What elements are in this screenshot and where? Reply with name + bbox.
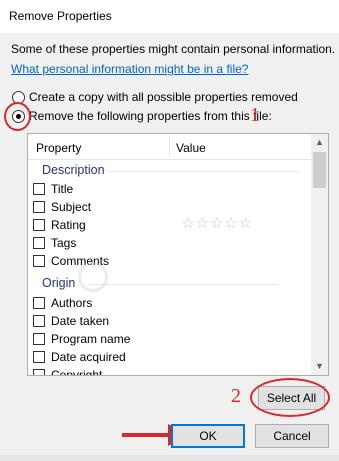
- remove-radio-label[interactable]: Remove the following properties from thi…: [29, 109, 272, 123]
- title-bar: Remove Properties: [0, 0, 339, 33]
- ok-button[interactable]: OK: [171, 424, 245, 448]
- vertical-scrollbar[interactable]: ▲ ▼: [311, 134, 328, 375]
- header-value[interactable]: Value: [176, 141, 206, 155]
- scroll-down-arrow-icon[interactable]: ▼: [311, 358, 328, 375]
- checkbox[interactable]: [33, 219, 45, 231]
- checkbox[interactable]: [33, 201, 45, 213]
- item-label: Date taken: [51, 314, 110, 328]
- list-header: Property Value: [28, 134, 311, 160]
- item-label: Tags: [51, 236, 77, 250]
- checkbox[interactable]: [33, 183, 45, 195]
- select-all-highlight-circle: [250, 378, 330, 417]
- watermark-logo-icon: [78, 262, 108, 292]
- property-list: Property Value Description Title Subject…: [27, 133, 329, 376]
- rating-stars: ☆☆☆☆☆: [181, 215, 254, 232]
- scroll-up-arrow-icon[interactable]: ▲: [311, 134, 328, 151]
- cancel-button[interactable]: Cancel: [255, 424, 329, 448]
- annotation-number-one: 1: [250, 104, 260, 126]
- group-divider: [88, 284, 278, 285]
- scrollbar-thumb[interactable]: [313, 152, 326, 188]
- checkbox[interactable]: [33, 351, 45, 363]
- checkbox[interactable]: [33, 297, 45, 309]
- item-label: Program name: [51, 332, 131, 346]
- group-divider: [108, 171, 298, 172]
- item-label: Date acquired: [51, 350, 126, 364]
- checkbox[interactable]: [33, 333, 45, 345]
- item-label: Copyright: [51, 368, 103, 376]
- checkbox[interactable]: [33, 369, 45, 375]
- group-description: Description: [42, 163, 105, 177]
- bottom-edge: [0, 455, 339, 461]
- personal-info-link[interactable]: What personal information might be in a …: [11, 62, 248, 76]
- group-origin: Origin: [42, 276, 76, 290]
- annotation-number-two: 2: [231, 385, 241, 407]
- header-separator: [169, 136, 170, 157]
- item-label: Authors: [51, 296, 93, 310]
- info-text: Some of these properties might contain p…: [11, 42, 336, 56]
- item-label: Rating: [51, 218, 86, 232]
- checkbox[interactable]: [33, 255, 45, 267]
- item-label: Subject: [51, 200, 92, 214]
- header-property[interactable]: Property: [36, 141, 81, 155]
- checkbox[interactable]: [33, 237, 45, 249]
- radio-highlight-circle: [4, 102, 31, 131]
- copy-radio-label[interactable]: Create a copy with all possible properti…: [29, 90, 298, 104]
- item-label: Title: [51, 182, 74, 196]
- window-title: Remove Properties: [9, 9, 112, 23]
- checkbox[interactable]: [33, 315, 45, 327]
